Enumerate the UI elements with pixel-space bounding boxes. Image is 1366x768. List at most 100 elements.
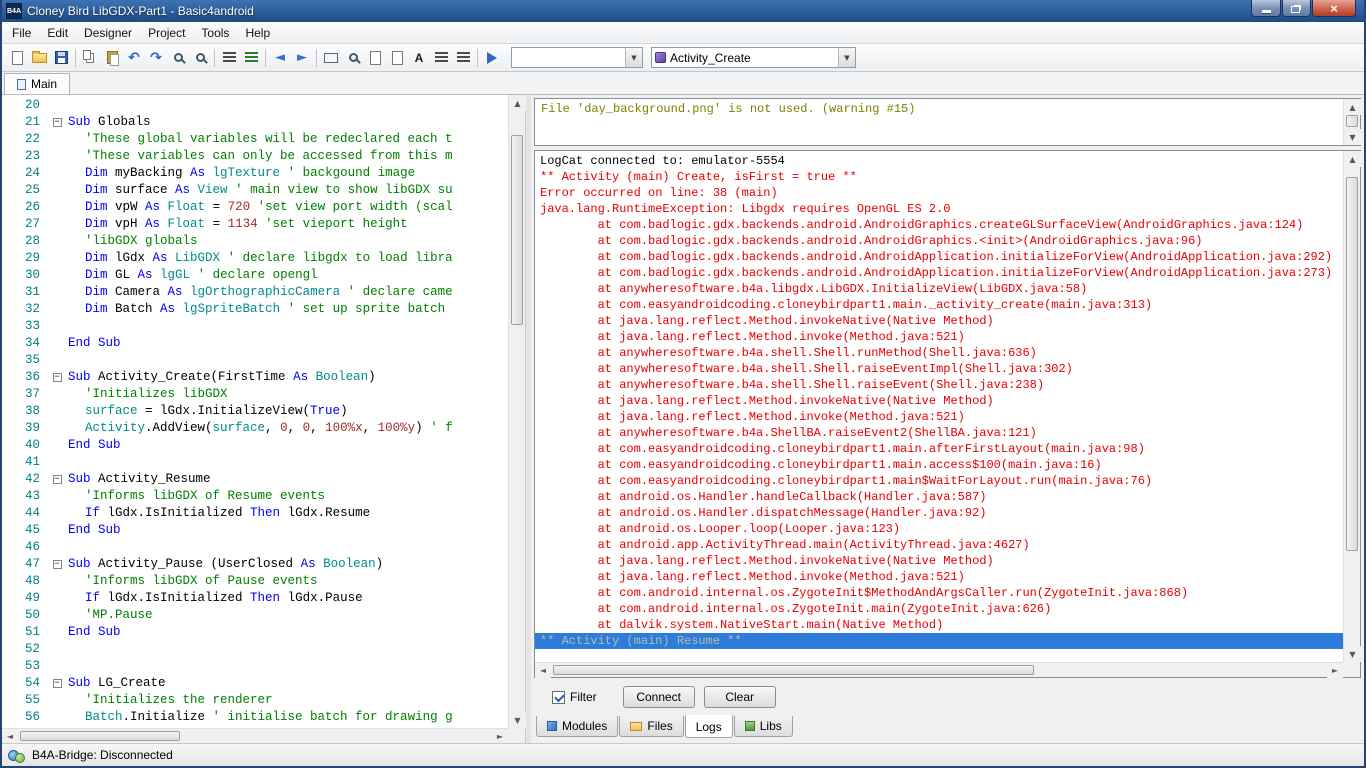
outdent-icon[interactable] <box>452 47 474 69</box>
connect-button[interactable]: Connect <box>623 686 695 708</box>
modules-combobox[interactable]: ▼ <box>511 47 643 68</box>
warnings-box[interactable]: File 'day_background.png' is not used. (… <box>534 98 1361 146</box>
fold-toggle-icon[interactable]: − <box>53 679 62 688</box>
code-line[interactable]: 30Dim GL As lgGL ' declare opengl <box>2 267 508 284</box>
editor-horizontal-scrollbar[interactable]: ◄ ► <box>2 728 508 743</box>
fold-toggle-icon[interactable]: − <box>53 118 62 127</box>
code-line[interactable]: 28'libGDX globals <box>2 233 508 250</box>
code-line[interactable]: 34End Sub <box>2 335 508 352</box>
scroll-up-icon[interactable]: ▲ <box>509 95 526 111</box>
code-line[interactable]: 44If lGdx.IsInitialized Then lGdx.Resume <box>2 505 508 522</box>
editor-vertical-scrollbar[interactable]: ▲ ▼ <box>508 95 525 728</box>
log-line[interactable]: LogCat connected to: emulator-5554 <box>540 153 1343 169</box>
code-line[interactable]: 25Dim surface As View ' main view to sho… <box>2 182 508 199</box>
restore-button[interactable] <box>1282 0 1311 17</box>
code-line[interactable]: 48'Informs libGDX of Pause events <box>2 573 508 590</box>
code-line[interactable]: 23'These variables can only be accessed … <box>2 148 508 165</box>
undo-icon[interactable]: ↶ <box>123 47 145 69</box>
code-line[interactable]: 33 <box>2 318 508 335</box>
log-line[interactable]: at dalvik.system.NativeStart.main(Native… <box>540 617 1343 633</box>
log-line[interactable]: at java.lang.reflect.Method.invokeNative… <box>540 553 1343 569</box>
code-line[interactable]: 51End Sub <box>2 624 508 641</box>
fold-column[interactable]: − <box>46 471 68 488</box>
log-line[interactable]: at anywheresoftware.b4a.libgdx.LibGDX.In… <box>540 281 1343 297</box>
designer-icon[interactable] <box>320 47 342 69</box>
scroll-thumb[interactable] <box>511 135 523 325</box>
clear-button[interactable]: Clear <box>704 686 776 708</box>
code-line[interactable]: 32Dim Batch As lgSpriteBatch ' set up sp… <box>2 301 508 318</box>
log-line[interactable]: at com.easyandroidcoding.cloneybirdpart1… <box>540 457 1343 473</box>
log-line[interactable]: at java.lang.reflect.Method.invokeNative… <box>540 313 1343 329</box>
code-line[interactable]: 45End Sub <box>2 522 508 539</box>
tab-main[interactable]: Main <box>4 73 70 94</box>
fold-column[interactable]: − <box>46 556 68 573</box>
scroll-track[interactable] <box>18 729 492 743</box>
menu-project[interactable]: Project <box>140 23 193 43</box>
find-next-icon[interactable] <box>189 47 211 69</box>
fold-toggle-icon[interactable]: − <box>53 475 62 484</box>
log-line[interactable]: at java.lang.reflect.Method.invoke(Metho… <box>540 409 1343 425</box>
scroll-up-icon[interactable]: ▲ <box>1344 99 1361 115</box>
log-line[interactable]: at com.android.internal.os.ZygoteInit.ma… <box>540 601 1343 617</box>
scroll-thumb[interactable] <box>553 665 1034 675</box>
fold-toggle-icon[interactable]: − <box>53 373 62 382</box>
log-line[interactable]: java.lang.RuntimeException: Libgdx requi… <box>540 201 1343 217</box>
scroll-right-icon[interactable]: ► <box>1327 663 1343 678</box>
code-line[interactable]: 46 <box>2 539 508 556</box>
scroll-down-icon[interactable]: ▼ <box>1344 646 1361 662</box>
chevron-down-icon[interactable]: ▼ <box>625 48 642 67</box>
filter-checkbox[interactable] <box>552 691 565 704</box>
code-line[interactable]: 40End Sub <box>2 437 508 454</box>
code-line[interactable]: 53 <box>2 658 508 675</box>
menu-file[interactable]: File <box>4 23 39 43</box>
code-line[interactable]: 47−Sub Activity_Pause (UserClosed As Boo… <box>2 556 508 573</box>
code-line[interactable]: 20 <box>2 97 508 114</box>
log-line[interactable]: at android.os.Looper.loop(Looper.java:12… <box>540 521 1343 537</box>
code-line[interactable]: 26Dim vpW As Float = 720 'set view port … <box>2 199 508 216</box>
log-line[interactable]: at com.android.internal.os.ZygoteInit$Me… <box>540 585 1343 601</box>
code-line[interactable]: 37'Initializes libGDX <box>2 386 508 403</box>
open-project-icon[interactable] <box>28 47 50 69</box>
code-line[interactable]: 41 <box>2 454 508 471</box>
code-line[interactable]: 38surface = lGdx.InitializeView(True) <box>2 403 508 420</box>
log-line[interactable]: at com.easyandroidcoding.cloneybirdpart1… <box>540 473 1343 489</box>
scroll-track[interactable] <box>1344 115 1360 129</box>
scroll-thumb[interactable] <box>20 731 180 741</box>
scroll-right-icon[interactable]: ► <box>492 729 508 744</box>
new-file-icon[interactable] <box>6 47 28 69</box>
log-line[interactable]: at android.os.Handler.handleCallback(Han… <box>540 489 1343 505</box>
code-line[interactable]: 50'MP.Pause <box>2 607 508 624</box>
log-line[interactable]: at java.lang.reflect.Method.invokeNative… <box>540 393 1343 409</box>
code-line[interactable]: 27Dim vpH As Float = 1134 'set vieport h… <box>2 216 508 233</box>
menu-tools[interactable]: Tools <box>193 23 237 43</box>
navigate-back-icon[interactable]: ◄ <box>269 47 291 69</box>
find-sub-icon[interactable] <box>342 47 364 69</box>
log-line[interactable]: at com.easyandroidcoding.cloneybirdpart1… <box>540 441 1343 457</box>
scroll-left-icon[interactable]: ◄ <box>2 729 18 744</box>
fold-toggle-icon[interactable]: − <box>53 560 62 569</box>
tab-modules[interactable]: Modules <box>536 716 618 737</box>
fold-column[interactable]: − <box>46 114 68 131</box>
log-line-selected[interactable]: ** Activity (main) Resume ** <box>535 633 1343 649</box>
log-line[interactable]: at java.lang.reflect.Method.invoke(Metho… <box>540 569 1343 585</box>
log-line[interactable]: at com.badlogic.gdx.backends.android.And… <box>540 265 1343 281</box>
paste-icon[interactable] <box>101 47 123 69</box>
scroll-thumb[interactable] <box>1346 115 1358 127</box>
fold-column[interactable]: − <box>46 369 68 386</box>
menu-help[interactable]: Help <box>237 23 278 43</box>
scroll-track[interactable] <box>1344 167 1360 646</box>
find-icon[interactable] <box>167 47 189 69</box>
log-line[interactable]: at com.easyandroidcoding.cloneybirdpart1… <box>540 297 1343 313</box>
menu-edit[interactable]: Edit <box>39 23 76 43</box>
code-line[interactable]: 42−Sub Activity_Resume <box>2 471 508 488</box>
log-line[interactable]: Error occurred on line: 38 (main) <box>540 185 1343 201</box>
log-line[interactable]: at anywheresoftware.b4a.shell.Shell.runM… <box>540 345 1343 361</box>
minimize-button[interactable] <box>1251 0 1281 17</box>
code-line[interactable]: 55'Initializes the renderer <box>2 692 508 709</box>
log-line[interactable]: at android.app.ActivityThread.main(Activ… <box>540 537 1343 553</box>
subs-combobox[interactable]: Activity_Create ▼ <box>651 47 856 68</box>
scroll-track[interactable] <box>551 663 1327 677</box>
uncomment-icon[interactable] <box>240 47 262 69</box>
close-button[interactable]: × <box>1312 0 1356 17</box>
menu-designer[interactable]: Designer <box>76 23 140 43</box>
